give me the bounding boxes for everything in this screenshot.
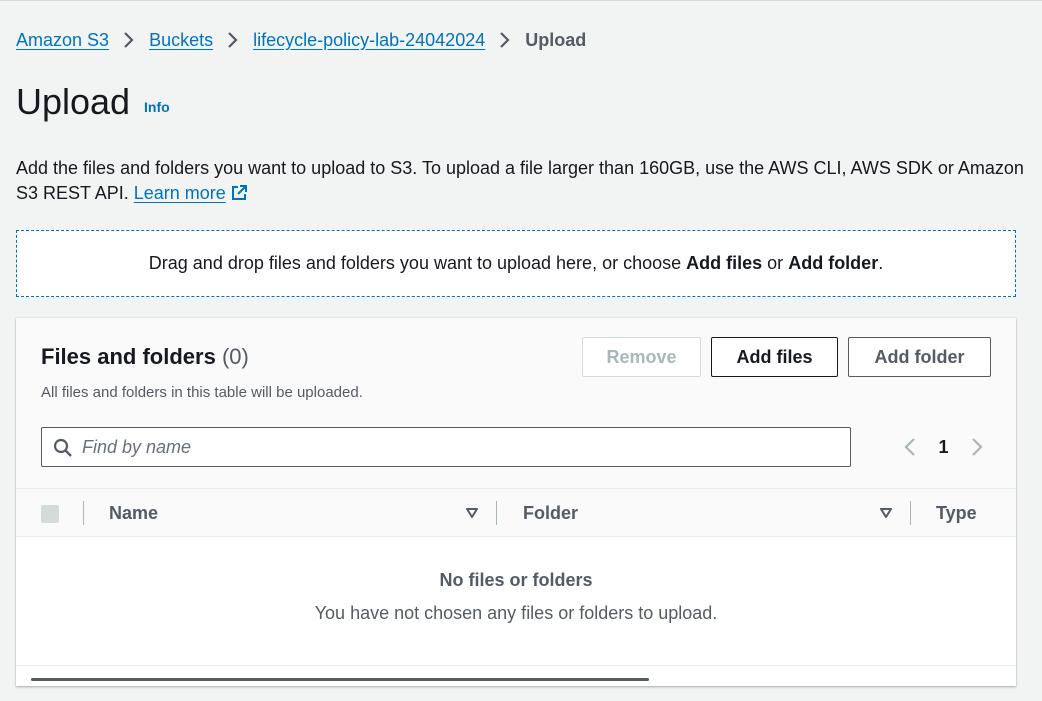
breadcrumb-amazon-s3[interactable]: Amazon S3 [16,30,109,51]
panel-title: Files and folders (0) [41,344,249,369]
table-header: Name Folder Type [16,488,1016,537]
search-icon [53,438,73,463]
breadcrumb-bucket-name[interactable]: lifecycle-policy-lab-24042024 [253,30,485,51]
file-count: (0) [221,344,249,369]
info-link[interactable]: Info [144,99,170,115]
breadcrumb: Amazon S3 Buckets lifecycle-policy-lab-2… [16,29,586,51]
panel-subtitle: All files and folders in this table will… [41,384,363,401]
add-files-button[interactable]: Add files [711,337,838,377]
column-divider [83,501,84,525]
column-header-name[interactable]: Name [109,503,158,524]
sort-down-icon[interactable] [879,506,893,525]
chevron-right-icon [109,29,149,51]
chevron-left-icon[interactable] [898,434,922,460]
learn-more-link[interactable]: Learn more [134,183,248,203]
search-box [41,427,851,467]
drop-zone[interactable]: Drag and drop files and folders you want… [16,230,1016,297]
select-all-checkbox[interactable] [41,505,59,523]
breadcrumb-buckets[interactable]: Buckets [149,30,213,51]
breadcrumb-current: Upload [525,29,587,50]
page-number[interactable]: 1 [922,437,965,458]
search-input[interactable] [82,428,842,466]
top-border [0,0,1042,1]
page-description: Add the files and folders you want to up… [16,156,1026,209]
files-and-folders-panel: Files and folders (0) All files and fold… [16,318,1016,686]
chevron-right-icon [213,29,253,51]
pagination: 1 [898,434,989,460]
chevron-right-icon[interactable] [965,434,989,460]
column-divider[interactable] [910,501,911,525]
empty-state-title: No files or folders [439,570,593,590]
column-header-type[interactable]: Type [936,503,977,524]
sort-down-icon[interactable] [465,506,479,525]
chevron-right-icon [485,29,525,51]
remove-button[interactable]: Remove [582,337,701,377]
learn-more-label: Learn more [133,183,226,203]
dropzone-text: Drag and drop files and folders you want… [148,253,884,273]
horizontal-scrollbar[interactable] [31,678,649,681]
external-link-icon [230,184,248,209]
column-divider[interactable] [496,501,497,525]
column-header-folder[interactable]: Folder [523,503,578,524]
add-folder-button[interactable]: Add folder [848,337,991,377]
page-title: Upload [16,81,131,122]
empty-state-message: You have not chosen any files or folders… [314,603,718,623]
table-bottom-border [16,665,1016,666]
